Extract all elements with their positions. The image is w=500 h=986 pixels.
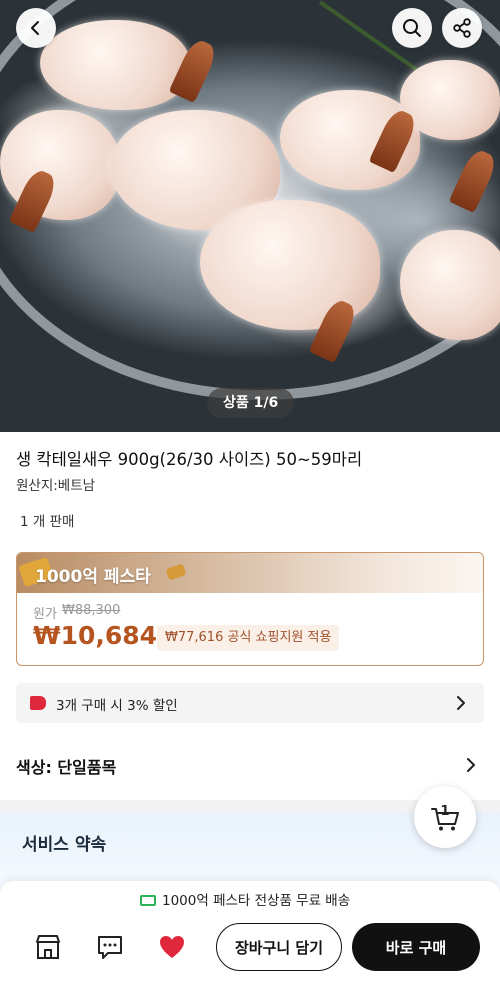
floating-cart-button[interactable]: 1 (414, 786, 476, 848)
promo-header: 1000억 페스타 (17, 553, 483, 593)
ticket-icon (165, 563, 187, 581)
chevron-left-icon (31, 21, 39, 35)
share-icon (453, 18, 471, 38)
add-to-cart-button[interactable]: 장바구니 담기 (216, 923, 342, 971)
shrimp-image (400, 60, 500, 140)
store-icon (36, 935, 60, 959)
chevron-right-icon (467, 758, 475, 772)
bulk-discount-row[interactable]: 3개 구매 시 3% 할인 (16, 683, 484, 723)
bottom-action-bar: 1000억 페스타 전상품 무료 배송 장바구니 담기 바로 구매 (0, 880, 500, 986)
store-button[interactable] (32, 931, 64, 963)
share-button[interactable] (442, 8, 482, 48)
truck-icon (140, 895, 156, 906)
chat-icon (98, 936, 122, 959)
buy-now-button[interactable]: 바로 구매 (352, 923, 480, 971)
product-origin: 원산지:베트남 (16, 478, 96, 494)
bulk-discount-text: 3개 구매 시 3% 할인 (56, 698, 178, 714)
free-shipping-text: 1000억 페스타 전상품 무료 배송 (162, 893, 351, 909)
option-label: 색상: 단일품목 (16, 758, 117, 777)
search-button[interactable] (392, 8, 432, 48)
shopping-support-badge: ₩77,616 공식 쇼핑지원 적용 (157, 625, 340, 651)
promo-price-box: 1000억 페스타 원가 ₩88,300 ₩10,684 ₩77,616 공식 … (16, 552, 484, 666)
free-shipping-notice: 1000억 페스타 전상품 무료 배송 (140, 889, 350, 909)
search-icon (403, 19, 421, 37)
back-button[interactable] (16, 8, 56, 48)
chevron-right-icon (457, 696, 465, 710)
image-counter: 상품 1/6 (207, 388, 295, 418)
promo-title: 1000억 페스타 (35, 567, 151, 587)
sale-price: ₩10,684 (33, 621, 158, 650)
original-price: ₩88,300 (62, 603, 121, 618)
product-title: 생 칵테일새우 900g(26/30 사이즈) 50~59마리 (16, 450, 363, 469)
cart-count: 1 (440, 804, 450, 819)
tag-icon (30, 696, 46, 710)
product-image-gallery[interactable]: 상품 1/6 (0, 0, 500, 432)
original-price-label: 원가 (33, 607, 57, 622)
chat-button[interactable] (94, 931, 126, 963)
service-section-title: 서비스 약속 (22, 835, 107, 855)
heart-icon (160, 936, 184, 958)
wishlist-button[interactable] (156, 931, 188, 963)
option-selector-row[interactable]: 색상: 단일품목 (0, 740, 500, 790)
sale-unit: 1 개 판매 (20, 514, 75, 530)
